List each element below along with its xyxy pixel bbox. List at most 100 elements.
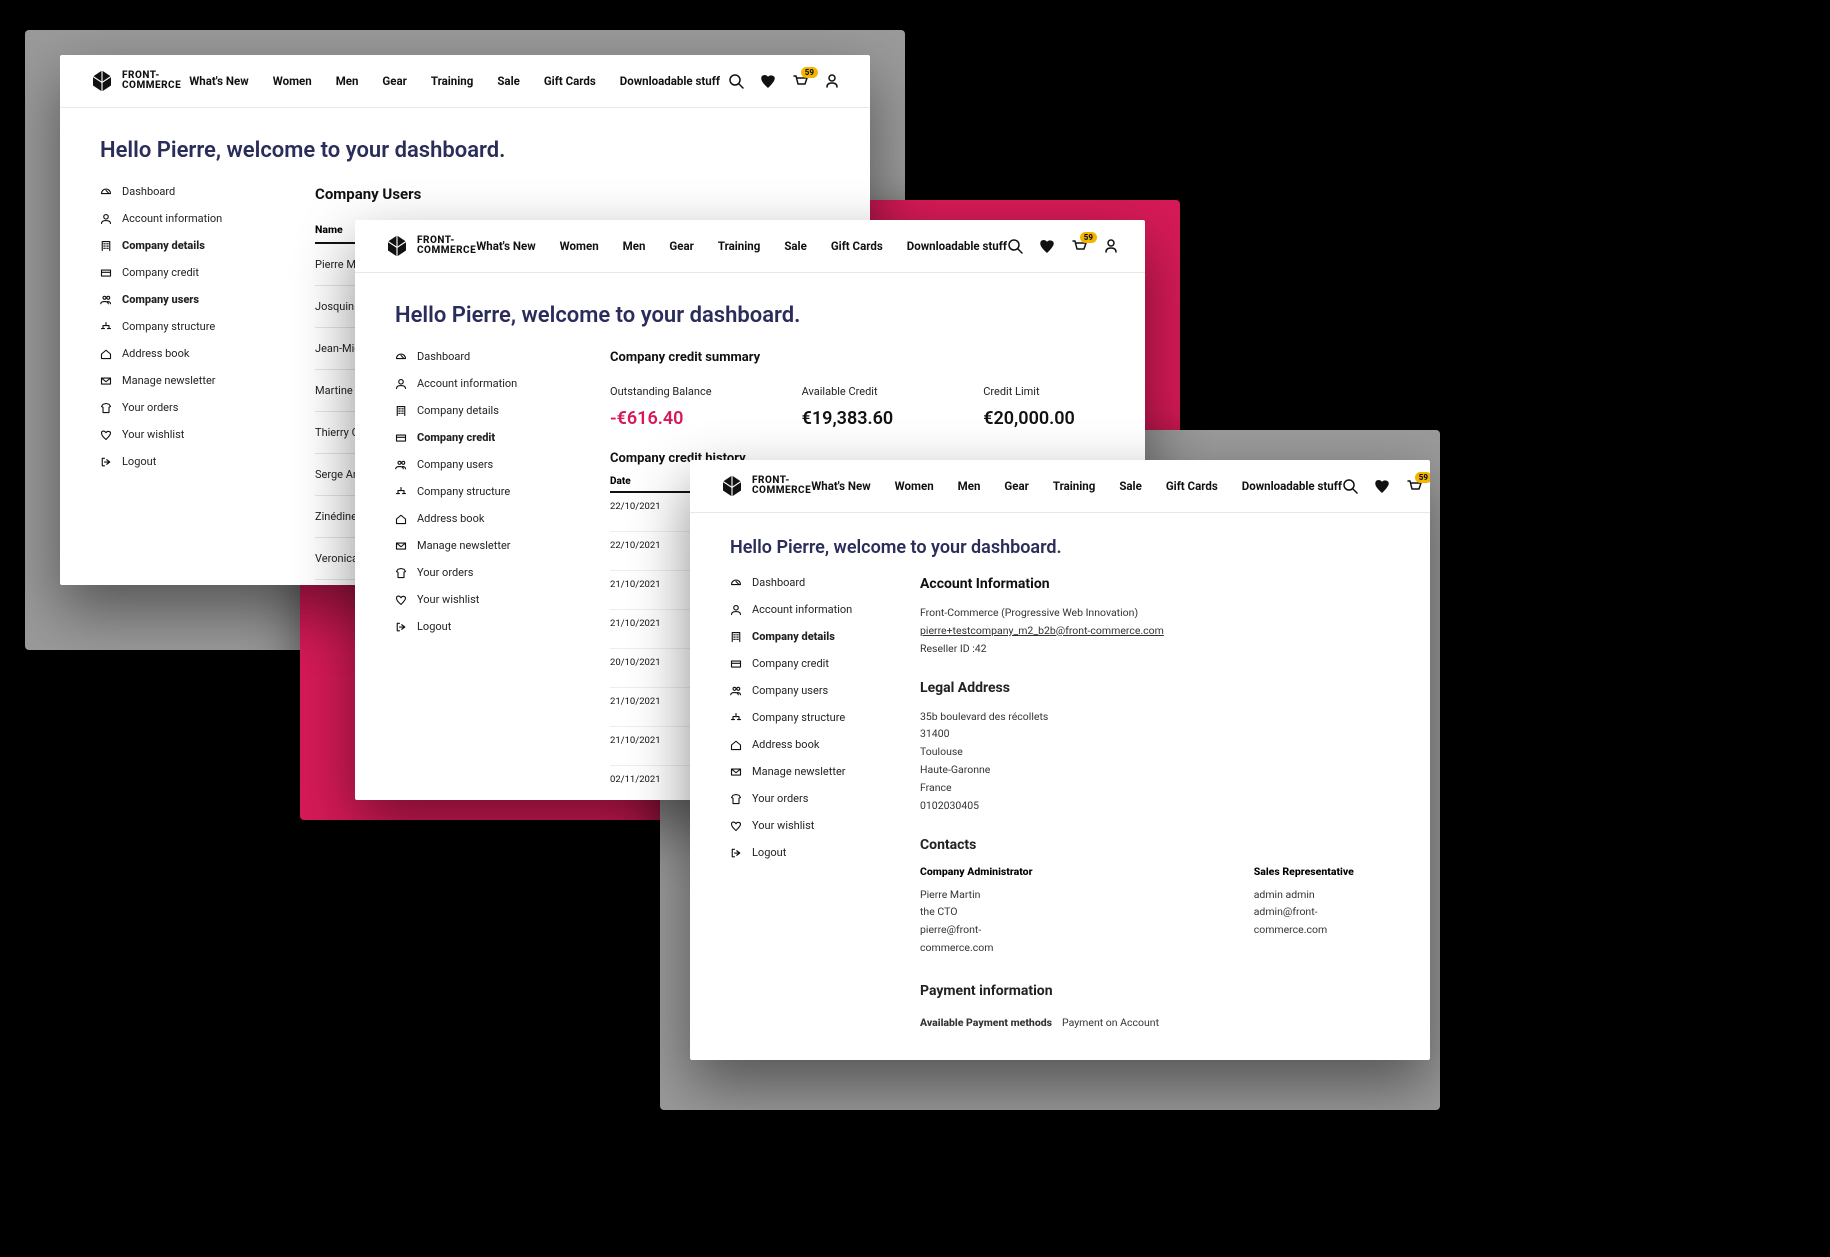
sidebar-item[interactable]: Address book <box>100 347 265 360</box>
sidebar-item[interactable]: Manage newsletter <box>100 374 265 387</box>
sidebar-item[interactable]: Manage newsletter <box>730 765 880 778</box>
nav-item[interactable]: What's New <box>811 479 870 493</box>
nav-item[interactable]: Downloadable stuff <box>1242 479 1342 493</box>
sidebar-item[interactable]: Company users <box>395 458 560 471</box>
sidebar-item-label: Your orders <box>122 401 178 414</box>
shirt-icon <box>100 402 112 414</box>
sidebar-item[interactable]: Dashboard <box>730 576 880 589</box>
logo[interactable]: FRONT-COMMERCE <box>720 474 811 498</box>
sidebar-item-label: Dashboard <box>122 185 175 198</box>
user-icon <box>100 213 112 225</box>
nav-item[interactable]: Sale <box>497 74 520 88</box>
sidebar-item[interactable]: Address book <box>395 512 560 525</box>
sidebar-item-label: Company structure <box>122 320 215 333</box>
nav-item[interactable]: Downloadable stuff <box>907 239 1007 253</box>
nav-item[interactable]: Training <box>1053 479 1095 493</box>
nav-item[interactable]: Women <box>560 239 599 253</box>
sidebar-item-label: Company credit <box>752 657 829 670</box>
nav-item[interactable]: Gift Cards <box>1166 479 1218 493</box>
nav-item[interactable]: Women <box>895 479 934 493</box>
nav-item[interactable]: Training <box>431 74 473 88</box>
sidebar-item-label: Your wishlist <box>752 819 814 832</box>
search-icon[interactable] <box>728 73 744 89</box>
nav-item[interactable]: Gift Cards <box>544 74 596 88</box>
sidebar-item[interactable]: Company structure <box>100 320 265 333</box>
nav-item[interactable]: What's New <box>189 74 248 88</box>
nav-item[interactable]: Gift Cards <box>831 239 883 253</box>
mail-icon <box>100 375 112 387</box>
payment-methods-value: Payment on Account <box>1062 1016 1159 1029</box>
nav-item[interactable]: Men <box>623 239 646 253</box>
users-icon <box>395 459 407 471</box>
users-icon <box>730 685 742 697</box>
cart-icon[interactable]: 59 <box>1071 238 1087 254</box>
sales-representative: Sales Representative admin adminadmin@fr… <box>1254 865 1390 957</box>
sidebar-item[interactable]: Your orders <box>395 566 560 579</box>
sidebar-item[interactable]: Account information <box>730 603 880 616</box>
sidebar-item[interactable]: Company users <box>730 684 880 697</box>
sidebar-item[interactable]: Logout <box>395 620 560 633</box>
topbar-icons: 59 <box>728 73 840 89</box>
sidebar-item[interactable]: Your orders <box>100 401 265 414</box>
sidebar-item[interactable]: Account information <box>100 212 265 225</box>
sidebar-item[interactable]: Company users <box>100 293 265 306</box>
nav-item[interactable]: Men <box>336 74 359 88</box>
sidebar-item[interactable]: Dashboard <box>395 350 560 363</box>
sidebar-item[interactable]: Account information <box>395 377 560 390</box>
nav-item[interactable]: Gear <box>1004 479 1028 493</box>
nav-item[interactable]: Downloadable stuff <box>620 74 720 88</box>
sidebar-item[interactable]: Company structure <box>395 485 560 498</box>
sidebar-item[interactable]: Company credit <box>730 657 880 670</box>
sidebar-item[interactable]: Your wishlist <box>395 593 560 606</box>
wishlist-icon[interactable] <box>1039 238 1055 254</box>
summary-col: Outstanding Balance-€616.40 <box>610 385 712 429</box>
sidebar-item-label: Account information <box>752 603 852 616</box>
account-icon[interactable] <box>824 73 840 89</box>
wishlist-icon[interactable] <box>1374 478 1390 494</box>
sidebar-item[interactable]: Company details <box>730 630 880 643</box>
cart-icon[interactable]: 59 <box>1406 478 1422 494</box>
main-nav: What's New Women Men Gear Training Sale Gift C… <box>811 479 1342 493</box>
sidebar-item-label: Logout <box>417 620 451 633</box>
sidebar-item[interactable]: Manage newsletter <box>395 539 560 552</box>
nav-item[interactable]: Sale <box>784 239 807 253</box>
sidebar-item[interactable]: Company details <box>395 404 560 417</box>
nav-item[interactable]: What's New <box>476 239 535 253</box>
sales-heading: Sales Representative <box>1254 865 1390 878</box>
sidebar-item[interactable]: Your wishlist <box>730 819 880 832</box>
history-date: 21/10/2021 <box>610 696 690 707</box>
wishlist-icon[interactable] <box>760 73 776 89</box>
reseller-id: Reseller ID :42 <box>920 640 1390 658</box>
nav-item[interactable]: Sale <box>1119 479 1142 493</box>
building-icon <box>100 240 112 252</box>
nav-item[interactable]: Gear <box>669 239 693 253</box>
cart-icon[interactable]: 59 <box>792 73 808 89</box>
sidebar-item-label: Company users <box>122 293 199 306</box>
company-email[interactable]: pierre+testcompany_m2_b2b@front-commerce… <box>920 622 1390 640</box>
sidebar-item[interactable]: Logout <box>730 846 880 859</box>
sidebar-item[interactable]: Your wishlist <box>100 428 265 441</box>
sidebar-item[interactable]: Company credit <box>100 266 265 279</box>
sidebar-item[interactable]: Your orders <box>730 792 880 805</box>
sidebar-item[interactable]: Logout <box>100 455 265 468</box>
nav-item[interactable]: Training <box>718 239 760 253</box>
mail-icon <box>395 540 407 552</box>
account-icon[interactable] <box>1103 238 1119 254</box>
search-icon[interactable] <box>1342 478 1358 494</box>
sidebar-item-label: Company details <box>417 404 499 417</box>
logo[interactable]: FRONT-COMMERCE <box>385 234 476 258</box>
nav-item[interactable]: Men <box>958 479 981 493</box>
sidebar-item[interactable]: Company structure <box>730 711 880 724</box>
sidebar-item-label: Manage newsletter <box>417 539 511 552</box>
sidebar-item[interactable]: Dashboard <box>100 185 265 198</box>
sidebar-item-label: Your wishlist <box>122 428 184 441</box>
sidebar-item[interactable]: Company credit <box>395 431 560 444</box>
logo[interactable]: FRONT-COMMERCE <box>90 69 181 93</box>
gauge-icon <box>100 186 112 198</box>
nav-item[interactable]: Gear <box>382 74 406 88</box>
sidebar-item[interactable]: Company details <box>100 239 265 252</box>
tree-icon <box>100 321 112 333</box>
sidebar-item[interactable]: Address book <box>730 738 880 751</box>
search-icon[interactable] <box>1007 238 1023 254</box>
nav-item[interactable]: Women <box>273 74 312 88</box>
